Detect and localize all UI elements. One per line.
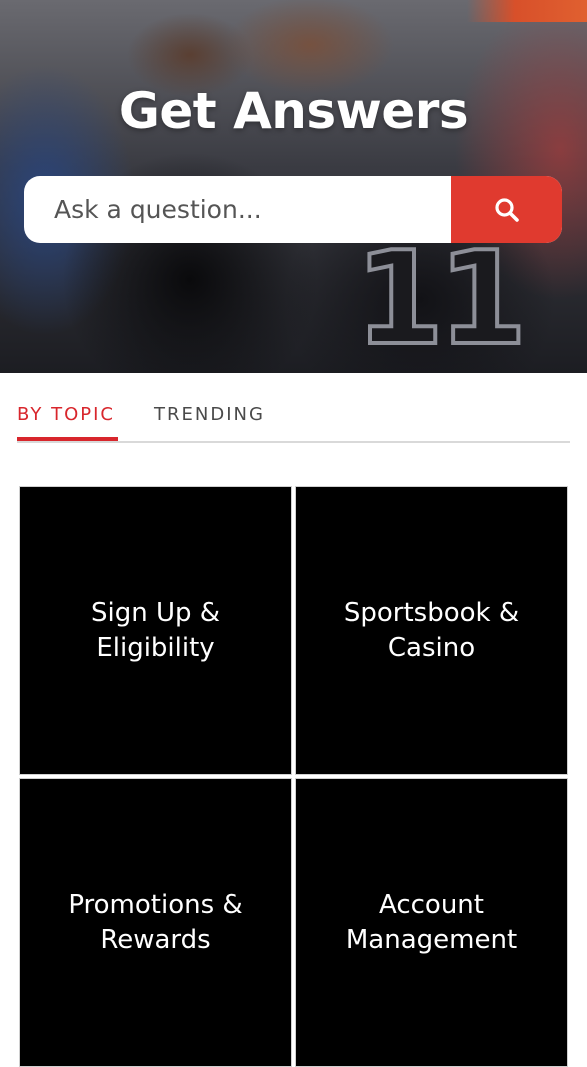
topic-tile-sportsbook-casino[interactable]: Sportsbook & Casino <box>295 486 568 775</box>
search-input[interactable] <box>24 176 451 243</box>
hero-jersey-number: 11 <box>353 225 529 373</box>
hero-photo-accent <box>467 0 587 22</box>
topic-tile-account-management[interactable]: Account Management <box>295 778 568 1067</box>
topic-grid: Sign Up & Eligibility Sportsbook & Casin… <box>19 486 569 1067</box>
topic-tile-label: Sign Up & Eligibility <box>90 597 221 663</box>
topic-tile-sign-up-eligibility[interactable]: Sign Up & Eligibility <box>19 486 292 775</box>
page-title: Get Answers <box>118 82 469 140</box>
topic-tile-label: Promotions & Rewards <box>68 889 243 955</box>
tab-by-topic[interactable]: BY TOPIC <box>17 404 115 425</box>
hero-banner: 11 Get Answers <box>0 0 587 373</box>
tab-trending[interactable]: TRENDING <box>154 404 265 425</box>
search-bar <box>24 176 562 243</box>
topic-tile-promotions-rewards[interactable]: Promotions & Rewards <box>19 778 292 1067</box>
active-tab-indicator <box>17 437 118 441</box>
topic-tile-label: Account Management <box>345 889 518 955</box>
search-icon <box>494 197 519 222</box>
search-button[interactable] <box>451 176 562 243</box>
topic-tile-label: Sportsbook & Casino <box>343 597 520 663</box>
topic-tabs: BY TOPIC TRENDING <box>17 373 570 443</box>
